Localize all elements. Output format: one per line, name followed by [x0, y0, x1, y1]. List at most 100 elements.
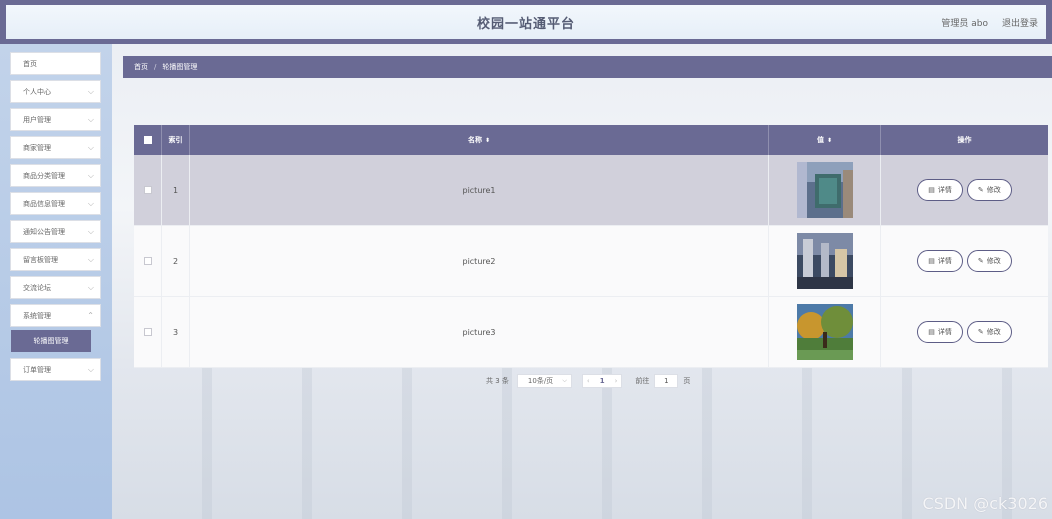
breadcrumb-home[interactable]: 首页 [134, 62, 148, 72]
edit-icon: ✎ [977, 257, 984, 265]
row-name: picture1 [190, 155, 769, 225]
row-checkbox-cell [134, 155, 162, 225]
sidebar-item-label: 用户管理 [23, 115, 51, 124]
sidebar-item-system-management[interactable]: 系统管理 ⌃ [10, 304, 101, 327]
sidebar-item-label: 个人中心 [23, 87, 51, 96]
pagination-total: 共 3 条 [486, 377, 509, 385]
pager-pages: ‹ 1 › [581, 374, 623, 388]
edit-label: 修改 [986, 186, 1001, 194]
sidebar-item-merchant-management[interactable]: 商家管理 ⌵ [10, 136, 101, 159]
table-row[interactable]: 2 picture2 ▤ 详情 ✎ 修改 [134, 226, 1048, 297]
detail-label: 详情 [937, 328, 952, 336]
row-value-cell [769, 226, 881, 296]
row-value-cell [769, 155, 881, 225]
sort-icon[interactable]: ⬍ [485, 137, 490, 144]
table-row[interactable]: 1 picture1 ▤ 详情 ✎ 修改 [134, 155, 1048, 226]
carousel-image-thumbnail [796, 233, 853, 289]
header-value-label: 值 [816, 136, 824, 144]
page-size-value: 10条/页 [527, 377, 554, 385]
chevron-down-icon: ⌵ [87, 171, 94, 180]
sidebar-item-notice-management[interactable]: 通知公告管理 ⌵ [10, 220, 101, 243]
detail-button[interactable]: ▤ 详情 [917, 250, 963, 272]
row-name: picture3 [190, 297, 769, 367]
watermark: CSDN @ck3026 [922, 494, 1048, 513]
row-checkbox-cell [134, 297, 162, 367]
sort-icon[interactable]: ⬍ [827, 137, 832, 144]
sidebar-item-home[interactable]: 首页 [10, 52, 101, 75]
row-actions: ▤ 详情 ✎ 修改 [881, 155, 1048, 225]
edit-button[interactable]: ✎ 修改 [966, 250, 1012, 272]
header-checkbox-cell [134, 125, 162, 155]
prev-page-button[interactable]: ‹ [587, 377, 590, 385]
detail-button[interactable]: ▤ 详情 [917, 179, 963, 201]
page-number-current[interactable]: 1 [600, 377, 605, 385]
sidebar: 首页 个人中心 ⌵ 用户管理 ⌵ 商家管理 ⌵ 商品分类管理 ⌵ 商品信息管理 … [0, 44, 112, 519]
header-name[interactable]: 名称 ⬍ [190, 125, 769, 155]
carousel-table: 索引 名称 ⬍ 值 ⬍ 操作 1 picture1 ▤ 详情 ✎ 修改 2 pi… [134, 125, 1048, 368]
user-label: 管理员 abo [941, 18, 988, 29]
row-checkbox[interactable] [143, 186, 152, 194]
header-value[interactable]: 值 ⬍ [769, 125, 881, 155]
edit-icon: ✎ [977, 186, 984, 194]
document-icon: ▤ [928, 257, 935, 265]
header-actions: 操作 [881, 125, 1048, 155]
row-name: picture2 [190, 226, 769, 296]
row-index: 3 [162, 297, 190, 367]
edit-button[interactable]: ✎ 修改 [966, 179, 1012, 201]
sidebar-item-forum[interactable]: 交流论坛 ⌵ [10, 276, 101, 299]
header-name-label: 名称 [467, 136, 482, 144]
sidebar-item-label: 首页 [23, 59, 37, 68]
document-icon: ▤ [928, 328, 935, 336]
sidebar-item-label: 系统管理 [23, 311, 51, 320]
carousel-image-thumbnail [796, 162, 853, 218]
sidebar-item-label: 通知公告管理 [23, 227, 65, 236]
sidebar-item-personal-center[interactable]: 个人中心 ⌵ [10, 80, 101, 103]
table-header: 索引 名称 ⬍ 值 ⬍ 操作 [134, 125, 1048, 155]
header-actions-label: 操作 [957, 136, 972, 144]
breadcrumb-separator: / [154, 63, 157, 71]
top-right-area: 管理员 abo 退出登录 [941, 5, 1038, 39]
sidebar-item-message-board[interactable]: 留言板管理 ⌵ [10, 248, 101, 271]
sidebar-item-label: 留言板管理 [23, 255, 58, 264]
page-size-select[interactable]: 10条/页 ⌵ [516, 374, 572, 388]
edit-label: 修改 [986, 257, 1001, 265]
row-checkbox[interactable] [143, 257, 152, 265]
carousel-image-thumbnail [796, 304, 853, 360]
chevron-down-icon: ⌵ [87, 143, 94, 152]
logout-link[interactable]: 退出登录 [1002, 16, 1038, 29]
page-suffix: 页 [683, 377, 691, 385]
header-index: 索引 [162, 125, 190, 155]
chevron-down-icon: ⌵ [87, 87, 94, 96]
next-page-button[interactable]: › [615, 377, 618, 385]
sidebar-item-label: 商品分类管理 [23, 171, 65, 180]
pagination: 共 3 条 10条/页 ⌵ ‹ 1 › 前往 1 页 [486, 374, 690, 388]
detail-button[interactable]: ▤ 详情 [917, 321, 963, 343]
chevron-down-icon: ⌵ [87, 255, 94, 264]
breadcrumb: 首页 / 轮播图管理 [123, 56, 1052, 78]
chevron-up-icon: ⌃ [87, 311, 94, 320]
breadcrumb-current: 轮播图管理 [162, 63, 198, 71]
row-actions: ▤ 详情 ✎ 修改 [881, 297, 1048, 367]
sidebar-item-category-management[interactable]: 商品分类管理 ⌵ [10, 164, 101, 187]
chevron-down-icon: ⌵ [87, 199, 94, 208]
document-icon: ▤ [928, 186, 935, 194]
chevron-down-icon: ⌵ [87, 115, 94, 124]
row-index: 2 [162, 226, 190, 296]
sidebar-item-label: 商品信息管理 [23, 199, 65, 208]
table-row[interactable]: 3 picture3 ▤ 详情 ✎ 修改 [134, 297, 1048, 368]
detail-label: 详情 [937, 257, 952, 265]
sidebar-item-user-management[interactable]: 用户管理 ⌵ [10, 108, 101, 131]
sidebar-item-label: 商家管理 [23, 143, 51, 152]
select-all-checkbox[interactable] [143, 136, 152, 144]
edit-button[interactable]: ✎ 修改 [966, 321, 1012, 343]
top-bar: 校园一站通平台 管理员 abo 退出登录 [0, 0, 1052, 44]
edit-icon: ✎ [977, 328, 984, 336]
detail-label: 详情 [937, 186, 952, 194]
sidebar-item-order-management[interactable]: 订单管理 ⌵ [10, 358, 101, 381]
sidebar-item-product-management[interactable]: 商品信息管理 ⌵ [10, 192, 101, 215]
goto-page-input[interactable]: 1 [654, 374, 679, 388]
row-checkbox-cell [134, 226, 162, 296]
row-checkbox[interactable] [143, 328, 152, 336]
sidebar-subitem-carousel[interactable]: 轮播图管理 [11, 330, 91, 352]
chevron-down-icon: ⌵ [87, 283, 94, 292]
